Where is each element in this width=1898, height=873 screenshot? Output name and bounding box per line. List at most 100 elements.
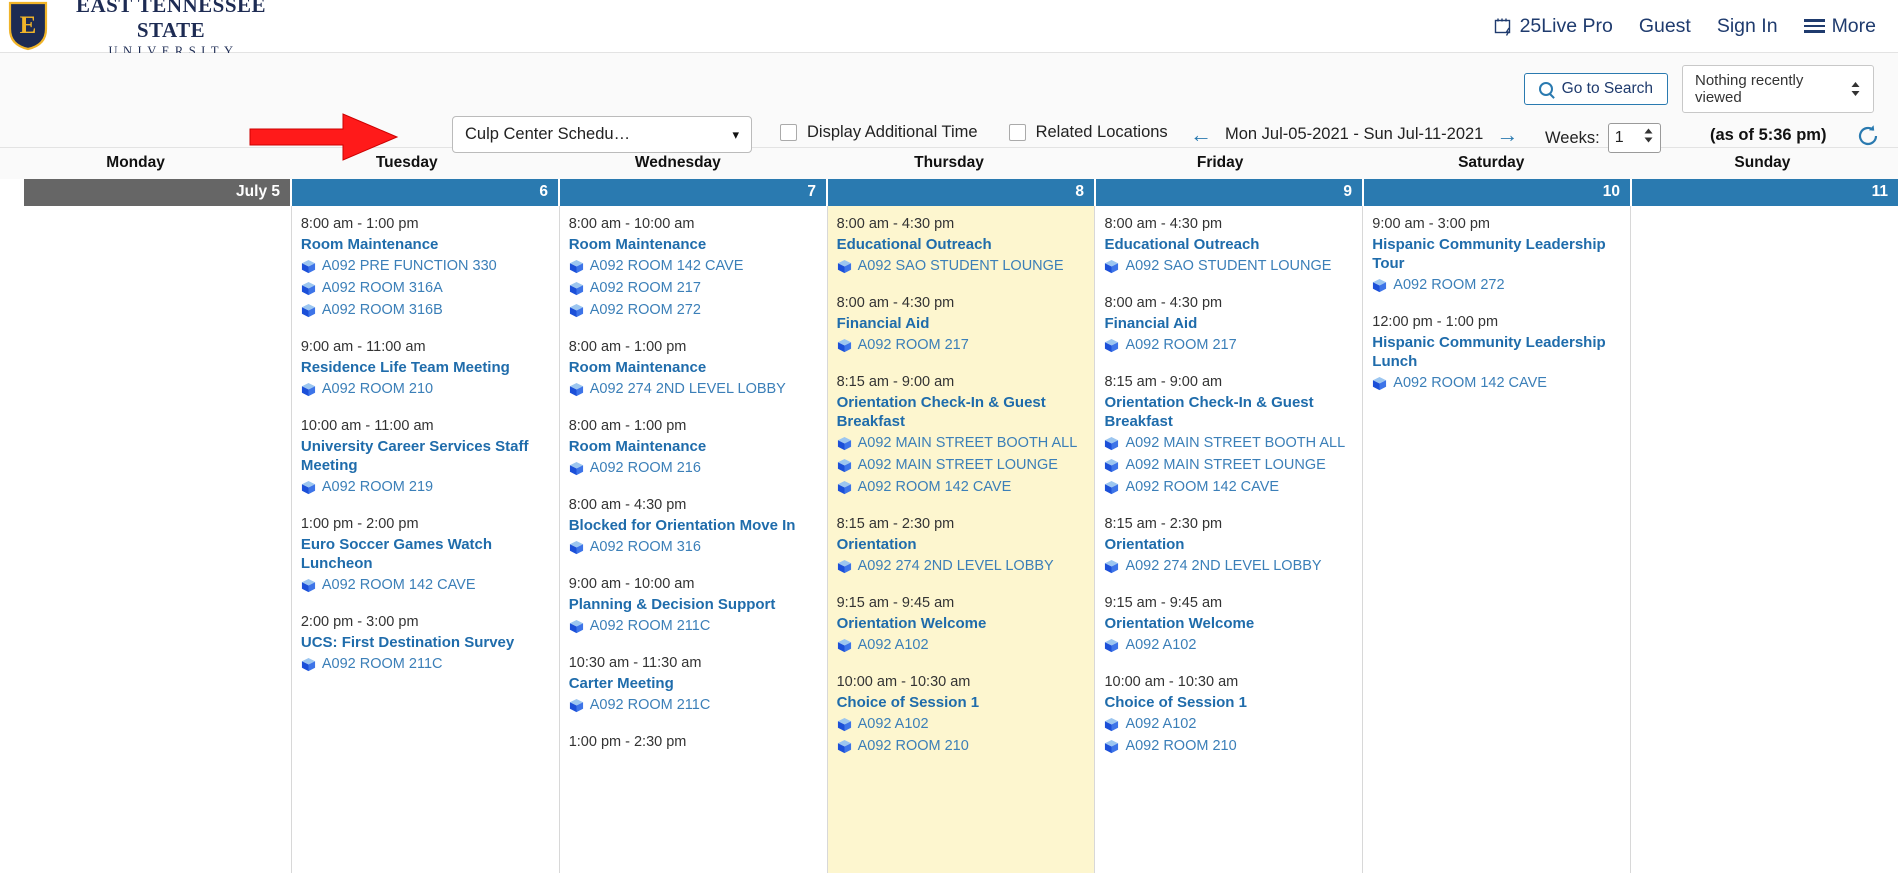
event-location[interactable]: A092 PRE FUNCTION 330 (301, 257, 550, 276)
event-location[interactable]: A092 ROOM 211C (569, 696, 818, 715)
event-title[interactable]: Financial Aid (1104, 314, 1353, 333)
event-location[interactable]: A092 ROOM 210 (1104, 737, 1353, 756)
display-additional-time-checkbox[interactable]: Display Additional Time (780, 123, 978, 142)
event-location[interactable]: A092 ROOM 316B (301, 301, 550, 320)
event-title[interactable]: Blocked for Orientation Move In (569, 516, 818, 535)
next-week-arrow-icon[interactable]: → (1496, 123, 1518, 145)
event-time: 8:00 am - 1:00 pm (568, 418, 687, 434)
event-time: 12:00 pm - 1:00 pm (1372, 314, 1499, 330)
event-location[interactable]: A092 A102 (837, 715, 1086, 734)
event-location[interactable]: A092 ROOM 217 (837, 336, 1086, 355)
event-location[interactable]: A092 ROOM 210 (301, 380, 550, 399)
event-location[interactable]: A092 ROOM 210 (837, 737, 1086, 756)
event-location[interactable]: A092 274 2ND LEVEL LOBBY (569, 380, 818, 399)
event-title[interactable]: Hispanic Community Leadership Lunch (1372, 333, 1621, 371)
event-location[interactable]: A092 ROOM 142 CAVE (1104, 478, 1353, 497)
toolbar-search-row: Go to Search Nothing recently viewed (0, 53, 1898, 113)
calendar-event: 8:00 am - 4:30 pm Financial Aid A092 ROOM … (1104, 293, 1353, 355)
event-location[interactable]: A092 ROOM 272 (569, 301, 818, 320)
refresh-button[interactable] (1855, 123, 1881, 154)
date-cell-6[interactable]: 6 (292, 179, 560, 206)
event-location[interactable]: A092 A102 (1104, 636, 1353, 655)
event-title[interactable]: Residence Life Team Meeting (301, 358, 550, 377)
event-location[interactable]: A092 MAIN STREET BOOTH ALL (837, 434, 1086, 453)
date-cell-july-5[interactable]: July 5 (24, 179, 292, 206)
event-title[interactable]: Orientation Check-In & Guest Breakfast (837, 393, 1086, 431)
event-title[interactable]: Choice of Session 1 (1104, 693, 1353, 712)
event-title[interactable]: Hispanic Community Leadership Tour (1372, 235, 1621, 273)
date-cell-7[interactable]: 7 (560, 179, 828, 206)
wordmark-main: EAST TENNESSEE STATE (75, 0, 267, 42)
event-title[interactable]: UCS: First Destination Survey (301, 633, 550, 652)
schedule-select[interactable]: Culp Center Schedu… ▾ (452, 116, 752, 153)
event-location-label: A092 ROOM 216 (589, 460, 701, 476)
day-column-tuesday: 8:00 am - 1:00 pm Room Maintenance A092 PR… (291, 206, 560, 873)
event-location[interactable]: A092 ROOM 142 CAVE (301, 576, 550, 595)
event-title[interactable]: Room Maintenance (301, 235, 550, 254)
event-title[interactable]: Euro Soccer Games Watch Luncheon (301, 535, 550, 573)
event-location-label: A092 ROOM 142 CAVE (589, 258, 744, 274)
event-location[interactable]: A092 MAIN STREET BOOTH ALL (1104, 434, 1353, 453)
event-title[interactable]: Orientation Check-In & Guest Breakfast (1104, 393, 1353, 431)
event-title[interactable]: Educational Outreach (837, 235, 1086, 254)
event-title[interactable]: Choice of Session 1 (837, 693, 1086, 712)
event-location[interactable]: A092 SAO STUDENT LOUNGE (837, 257, 1086, 276)
date-cell-8[interactable]: 8 (828, 179, 1096, 206)
date-cell-10[interactable]: 10 (1364, 179, 1632, 206)
event-title[interactable]: Carter Meeting (569, 674, 818, 693)
calendar-event: 8:15 am - 2:30 pm Orientation A092 274 2ND… (1104, 514, 1353, 576)
related-locations-checkbox[interactable]: Related Locations (1008, 123, 1168, 142)
event-location-label: A092 ROOM 211C (589, 618, 711, 634)
event-title[interactable]: Room Maintenance (569, 437, 818, 456)
event-title[interactable]: Orientation Welcome (837, 614, 1086, 633)
calendar-event: 1:00 pm - 2:30 pm (569, 732, 818, 752)
event-location[interactable]: A092 A102 (837, 636, 1086, 655)
event-title[interactable]: Orientation (1104, 535, 1353, 554)
event-title[interactable]: Room Maintenance (569, 358, 818, 377)
event-location[interactable]: A092 ROOM 219 (301, 478, 550, 497)
nav-25live-pro[interactable]: 25Live Pro (1494, 15, 1613, 38)
event-title[interactable]: Orientation (837, 535, 1086, 554)
event-title[interactable]: University Career Services Staff Meeting (301, 437, 550, 475)
event-title[interactable]: Room Maintenance (569, 235, 818, 254)
event-location[interactable]: A092 274 2ND LEVEL LOBBY (837, 557, 1086, 576)
go-to-search-button[interactable]: Go to Search (1523, 73, 1668, 105)
event-location[interactable]: A092 ROOM 316A (301, 279, 550, 298)
event-location[interactable]: A092 ROOM 217 (569, 279, 818, 298)
event-location[interactable]: A092 ROOM 272 (1372, 276, 1621, 295)
event-title[interactable]: Educational Outreach (1104, 235, 1353, 254)
weeks-stepper[interactable]: 1 (1607, 123, 1661, 153)
event-location[interactable]: A092 ROOM 142 CAVE (837, 478, 1086, 497)
event-location[interactable]: A092 ROOM 316 (569, 538, 818, 557)
calendar-event: 8:00 am - 4:30 pm Educational Outreach A09… (837, 214, 1086, 276)
event-location[interactable]: A092 ROOM 216 (569, 459, 818, 478)
event-location[interactable]: A092 ROOM 217 (1104, 336, 1353, 355)
previous-week-arrow-icon[interactable]: ← (1190, 123, 1212, 145)
date-cell-11[interactable]: 11 (1632, 179, 1898, 206)
calendar-event: 8:15 am - 9:00 am Orientation Check-In & … (837, 372, 1086, 497)
event-location[interactable]: A092 SAO STUDENT LOUNGE (1104, 257, 1353, 276)
date-range-label: Mon Jul-05-2021 - Sun Jul-11-2021 (1225, 125, 1484, 143)
event-location-label: A092 ROOM 272 (1393, 277, 1505, 293)
event-location[interactable]: A092 MAIN STREET LOUNGE (837, 456, 1086, 475)
event-location[interactable]: A092 MAIN STREET LOUNGE (1104, 456, 1353, 475)
nav-more[interactable]: More (1803, 15, 1876, 38)
date-cell-9[interactable]: 9 (1096, 179, 1364, 206)
event-location[interactable]: A092 ROOM 211C (301, 655, 550, 674)
event-location[interactable]: A092 ROOM 211C (569, 617, 818, 636)
nav-guest[interactable]: Guest (1639, 15, 1691, 38)
event-location-label: A092 ROOM 210 (321, 381, 434, 397)
event-time: 8:00 am - 4:30 pm (1104, 216, 1223, 232)
event-location[interactable]: A092 ROOM 142 CAVE (1372, 374, 1621, 393)
event-location[interactable]: A092 ROOM 142 CAVE (569, 257, 818, 276)
event-title[interactable]: Planning & Decision Support (569, 595, 818, 614)
event-location[interactable]: A092 274 2ND LEVEL LOBBY (1104, 557, 1353, 576)
event-location-label: A092 ROOM 219 (321, 479, 434, 495)
recently-viewed-select[interactable]: Nothing recently viewed (1682, 65, 1874, 113)
event-title[interactable]: Financial Aid (837, 314, 1086, 333)
event-location-label: A092 ROOM 211C (589, 697, 711, 713)
event-location[interactable]: A092 A102 (1104, 715, 1353, 734)
nav-sign-in[interactable]: Sign In (1717, 15, 1778, 38)
event-title[interactable]: Orientation Welcome (1104, 614, 1353, 633)
toolbar-controls-row: Culp Center Schedu… ▾ Display Additional… (0, 113, 1898, 165)
